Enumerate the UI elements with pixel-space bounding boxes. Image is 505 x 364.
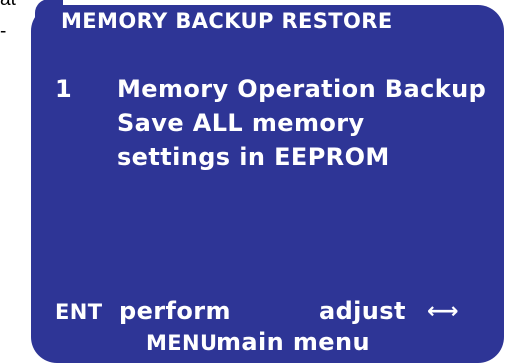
- adjust-action-label: adjust: [319, 297, 406, 325]
- screen-tab-notch: [35, 0, 63, 29]
- menu-title: MEMORY BACKUP RESTORE: [61, 9, 393, 33]
- perform-key-label: ENT: [55, 300, 103, 324]
- menu-item-description-line-2: settings in EEPROM: [117, 143, 390, 171]
- stray-dash-fragment: -: [0, 21, 7, 42]
- menu-item-title[interactable]: Memory Operation Backup: [117, 75, 486, 103]
- stray-text-fragment: at: [0, 0, 16, 9]
- menu-item-number: 1: [55, 75, 73, 103]
- menu-screen: MEMORY BACKUP RESTORE 1 Memory Operation…: [31, 0, 504, 363]
- main-menu-label: main menu: [216, 328, 370, 356]
- left-right-arrow-icon: ⟷: [427, 299, 459, 324]
- perform-action-label: perform: [119, 297, 231, 325]
- menu-key-label: MENU: [146, 331, 218, 355]
- menu-item-description-line-1: Save ALL memory: [117, 109, 365, 137]
